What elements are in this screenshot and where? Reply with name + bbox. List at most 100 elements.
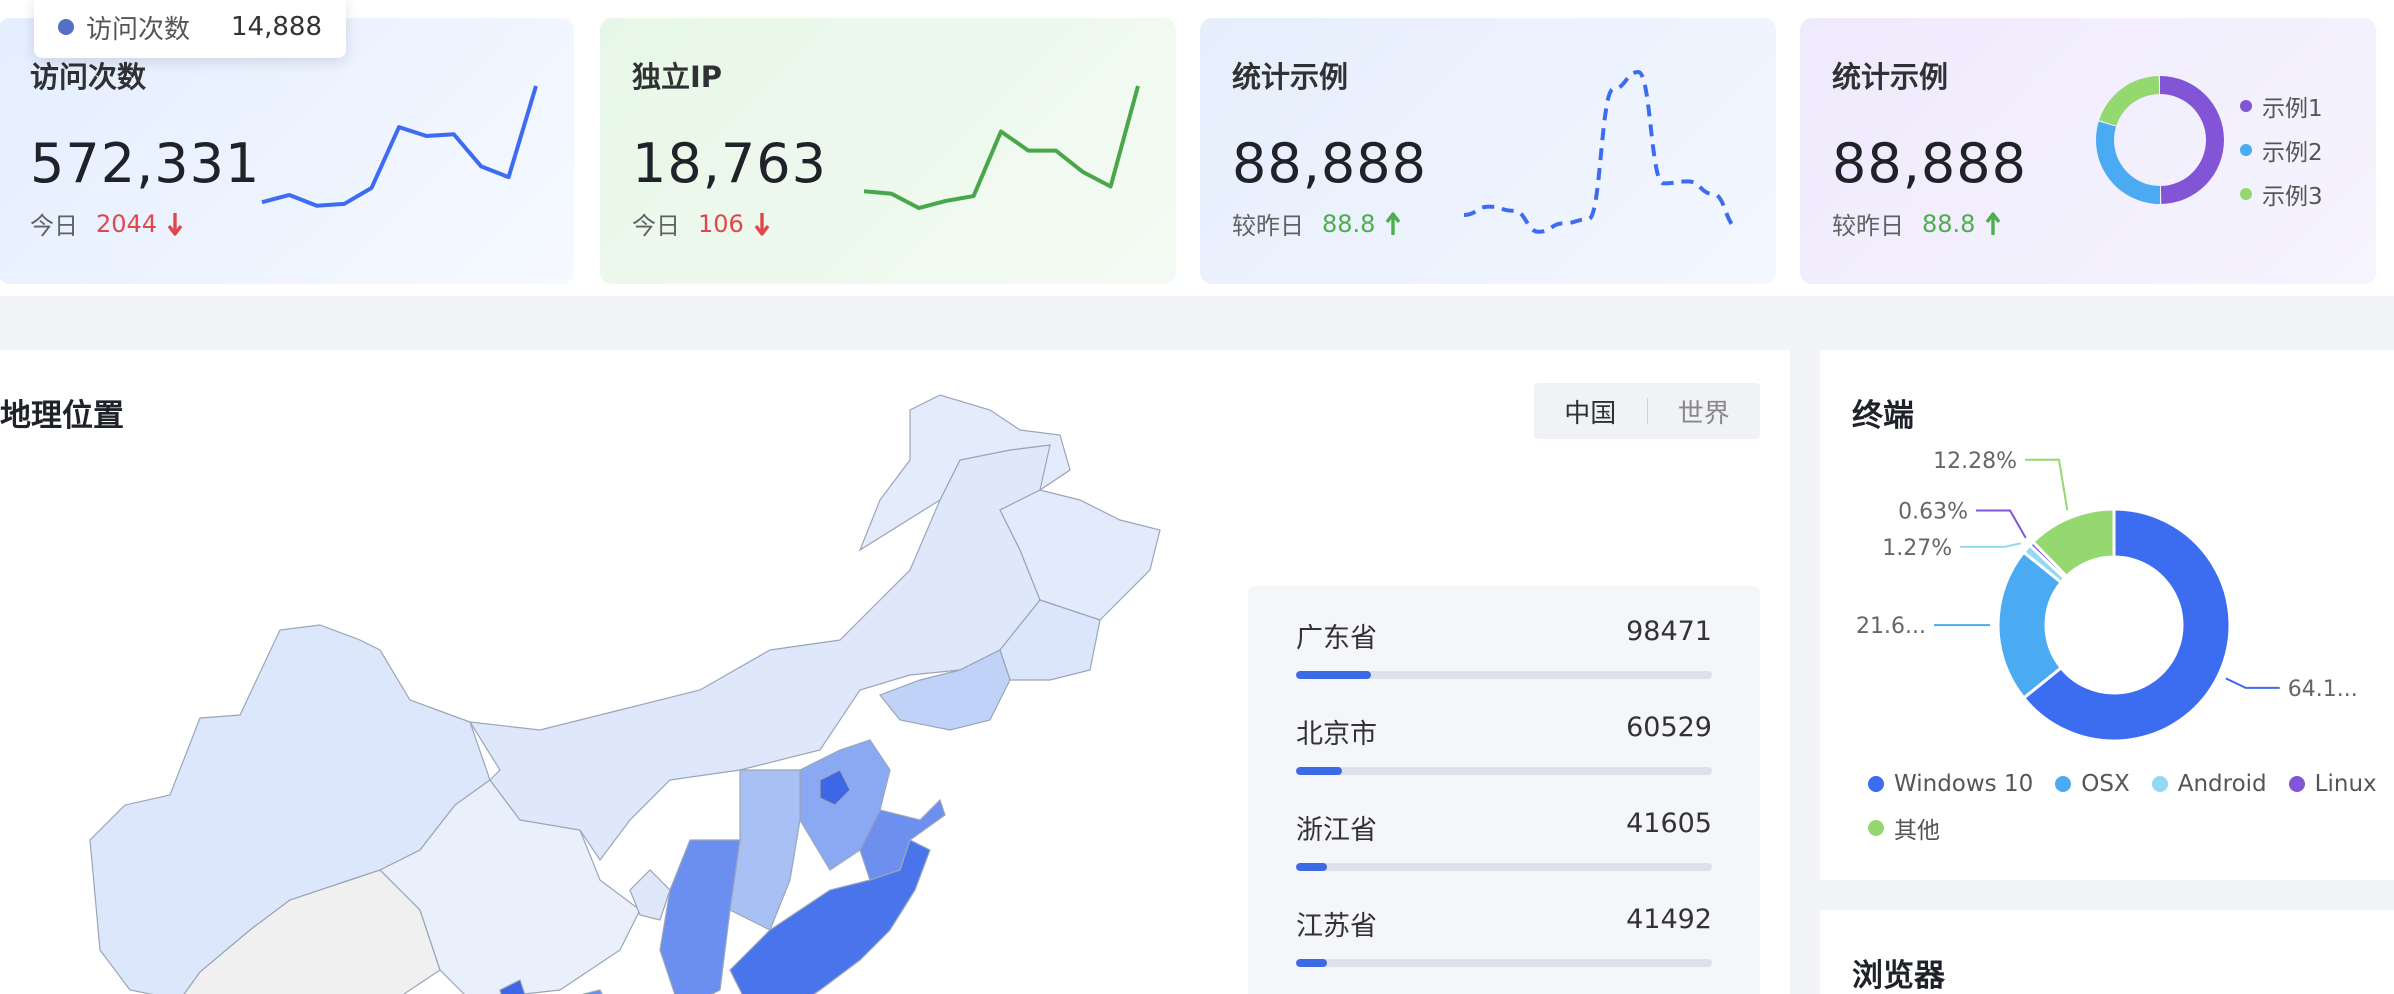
sparkline-chart[interactable] xyxy=(1456,64,1746,244)
geo-title: 地理位置 xyxy=(0,398,124,434)
browser-panel: 浏览器 xyxy=(1820,910,2394,994)
map-region[interactable] xyxy=(729,769,801,931)
tooltip-label: 访问次数 xyxy=(86,14,191,45)
foot-value: 2044 xyxy=(96,209,158,238)
sparkline-chart[interactable] xyxy=(254,78,544,228)
stats-band: 访问次数 572,331 今日 2044 独立IP 18,763 今日 106 … xyxy=(0,0,2394,296)
ranking-item[interactable]: 江苏省 41492 xyxy=(1296,904,1712,967)
slice-label: 12.28% xyxy=(1933,449,2017,474)
legend-item[interactable]: Windows 10 xyxy=(1868,762,2033,806)
donut-slice[interactable] xyxy=(2160,76,2224,204)
foot-value: 106 xyxy=(698,209,744,238)
tooltip-value: 14,888 xyxy=(231,12,322,42)
stat-card-example-donut: 统计示例 88,888 较昨日 88.8 示例1 示例2 示例3 xyxy=(1800,18,2376,284)
legend-item[interactable]: OSX xyxy=(2055,762,2130,806)
province-value: 41605 xyxy=(1626,808,1712,839)
ranking-bar-fill xyxy=(1296,671,1371,679)
legend-item[interactable]: 其他 xyxy=(1868,806,1940,850)
tooltip-dot xyxy=(58,19,74,35)
legend-dot xyxy=(2151,776,2168,792)
sparkline-chart[interactable] xyxy=(856,78,1146,228)
sparkline-series xyxy=(261,85,538,208)
ranking-bar-track xyxy=(1296,671,1712,679)
donut-slice[interactable] xyxy=(2099,76,2160,126)
legend-dot xyxy=(1868,776,1884,792)
ranking-item[interactable]: 广东省 98471 xyxy=(1296,616,1712,679)
card-foot: 今日 2044 xyxy=(30,206,183,241)
stat-card-example-line: 统计示例 88,888 较昨日 88.8 xyxy=(1200,18,1776,284)
province-value: 60529 xyxy=(1626,712,1712,743)
card-value: 88,888 xyxy=(1832,132,2027,195)
region-toggle: 中国 世界 xyxy=(1534,383,1760,439)
legend-label: Windows 10 xyxy=(1894,771,2034,797)
slice-label: 64.1... xyxy=(2288,677,2358,702)
province-ranking: 广东省 98471 北京市 60529 浙江省 41605 江苏省 41492 xyxy=(1248,586,1760,994)
label-leader-line xyxy=(2225,677,2280,689)
chart-tooltip: 访问次数 14,888 xyxy=(34,0,346,58)
browser-title: 浏览器 xyxy=(1852,958,1945,994)
terminal-donut-chart[interactable]: 64.1... 21.6... 1.27% 0.63% 12.28% xyxy=(1820,350,2394,760)
province-value: 41492 xyxy=(1626,904,1712,935)
province-name: 广东省 xyxy=(1296,623,1377,654)
legend-label: 示例1 xyxy=(2262,96,2323,122)
label-leader-line xyxy=(1960,542,2021,548)
ranking-bar-track xyxy=(1296,863,1712,871)
province-value: 98471 xyxy=(1626,616,1712,647)
map-region[interactable] xyxy=(659,839,741,994)
toggle-china[interactable]: 中国 xyxy=(1534,393,1647,430)
legend-item[interactable]: Linux xyxy=(2288,762,2377,806)
legend-dot xyxy=(2055,776,2072,792)
geo-panel: 地理位置 中国 世界 广东省 98471 北京市 60529 浙江省 41605 江苏… xyxy=(0,350,1790,994)
legend-item[interactable]: 示例2 xyxy=(2240,128,2323,172)
legend-dot xyxy=(1868,820,1884,836)
arrow-down-icon xyxy=(167,212,183,236)
card-foot: 较昨日 88.8 xyxy=(1832,206,2001,241)
arrow-up-icon xyxy=(1986,211,2001,235)
ranking-bar-fill xyxy=(1296,767,1342,775)
terminal-panel: 终端 64.1... 21.6... 1.27% 0.63% 12.28% Window… xyxy=(1820,350,2394,880)
ranking-bar-track xyxy=(1296,767,1712,775)
legend-dot xyxy=(2240,144,2252,156)
card-title: 访问次数 xyxy=(30,60,147,94)
china-map[interactable] xyxy=(0,350,1250,994)
card-title: 独立IP xyxy=(632,60,723,94)
legend-dot xyxy=(2240,188,2252,200)
foot-label: 今日 xyxy=(30,212,78,240)
card-foot: 今日 106 xyxy=(632,206,770,241)
legend-item[interactable]: Android xyxy=(2151,762,2267,806)
map-region[interactable] xyxy=(580,989,610,994)
card-value: 18,763 xyxy=(632,132,827,195)
sparkline-series xyxy=(863,85,1140,211)
toggle-world[interactable]: 世界 xyxy=(1648,393,1761,430)
province-name: 浙江省 xyxy=(1296,815,1377,846)
card-value: 572,331 xyxy=(30,132,261,195)
legend-label: 示例2 xyxy=(2262,140,2323,166)
mini-donut-chart[interactable] xyxy=(2090,70,2230,210)
province-name: 江苏省 xyxy=(1296,911,1377,942)
card-foot: 较昨日 88.8 xyxy=(1232,206,1401,241)
legend-item[interactable]: 示例3 xyxy=(2240,172,2323,216)
ranking-bar-fill xyxy=(1296,959,1328,967)
legend-label: OSX xyxy=(2081,771,2130,797)
ranking-item[interactable]: 北京市 60529 xyxy=(1296,712,1712,775)
ranking-bar-track xyxy=(1296,959,1712,967)
foot-label: 较昨日 xyxy=(1232,212,1304,240)
sparkline-series xyxy=(1463,70,1739,234)
legend-item[interactable]: 示例1 xyxy=(2240,84,2323,128)
legend-label: 示例3 xyxy=(2262,184,2323,210)
foot-label: 今日 xyxy=(632,212,680,240)
legend-dot xyxy=(2240,100,2252,112)
province-name: 北京市 xyxy=(1296,719,1377,750)
ranking-item[interactable]: 浙江省 41605 xyxy=(1296,808,1712,871)
ranking-bar-fill xyxy=(1296,863,1328,871)
stat-card-unique-ip: 独立IP 18,763 今日 106 xyxy=(600,18,1176,284)
legend-dot xyxy=(2288,776,2305,792)
label-leader-line xyxy=(2024,458,2069,511)
arrow-up-icon xyxy=(1386,211,1401,235)
donut-slice[interactable] xyxy=(2096,121,2160,204)
label-leader-line xyxy=(1976,509,2027,539)
foot-label: 较昨日 xyxy=(1832,212,1904,240)
terminal-legend: Windows 10 OSX Android Linux 其他 xyxy=(1868,762,2394,850)
slice-label: 21.6... xyxy=(1856,614,1926,639)
foot-value: 88.8 xyxy=(1322,209,1376,238)
